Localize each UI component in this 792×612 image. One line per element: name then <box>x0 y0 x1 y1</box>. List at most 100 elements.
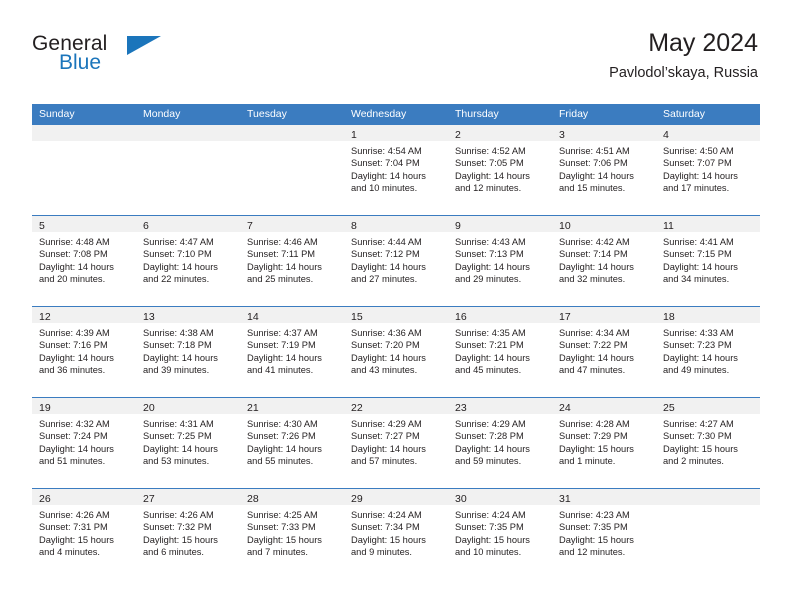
day-cell[interactable]: 26 Sunrise: 4:26 AM Sunset: 7:31 PM Dayl… <box>32 489 136 579</box>
day-info: Sunrise: 4:39 AM Sunset: 7:16 PM Dayligh… <box>32 323 136 377</box>
daylight-text-line2: and 2 minutes. <box>663 456 724 467</box>
triangle-icon <box>127 36 161 55</box>
weekday-header-saturday: Saturday <box>663 108 706 120</box>
daylight-text-line1: Daylight: 14 hours <box>247 352 322 363</box>
day-cell[interactable]: 23 Sunrise: 4:29 AM Sunset: 7:28 PM Dayl… <box>448 398 552 488</box>
sunrise-text: Sunrise: 4:38 AM <box>143 328 214 338</box>
day-info: Sunrise: 4:54 AM Sunset: 7:04 PM Dayligh… <box>344 141 448 195</box>
day-cell[interactable] <box>656 489 760 579</box>
sunrise-text: Sunrise: 4:28 AM <box>559 419 630 429</box>
day-cell[interactable]: 17 Sunrise: 4:34 AM Sunset: 7:22 PM Dayl… <box>552 307 656 397</box>
day-number-band: 8 <box>344 216 448 232</box>
day-cell[interactable]: 18 Sunrise: 4:33 AM Sunset: 7:23 PM Dayl… <box>656 307 760 397</box>
day-number-band: 24 <box>552 398 656 414</box>
day-number-band: 22 <box>344 398 448 414</box>
day-cell[interactable]: 20 Sunrise: 4:31 AM Sunset: 7:25 PM Dayl… <box>136 398 240 488</box>
daylight-text-line2: and 34 minutes. <box>663 274 730 285</box>
sunset-text: Sunset: 7:27 PM <box>351 431 420 442</box>
day-cell[interactable] <box>32 125 136 215</box>
day-cell[interactable]: 1 Sunrise: 4:54 AM Sunset: 7:04 PM Dayli… <box>344 125 448 215</box>
day-cell[interactable]: 11 Sunrise: 4:41 AM Sunset: 7:15 PM Dayl… <box>656 216 760 306</box>
day-cell[interactable]: 8 Sunrise: 4:44 AM Sunset: 7:12 PM Dayli… <box>344 216 448 306</box>
day-info: Sunrise: 4:43 AM Sunset: 7:13 PM Dayligh… <box>448 232 552 286</box>
day-number-band: 28 <box>240 489 344 505</box>
day-cell[interactable]: 19 Sunrise: 4:32 AM Sunset: 7:24 PM Dayl… <box>32 398 136 488</box>
sunset-text: Sunset: 7:18 PM <box>143 340 212 351</box>
day-number: 1 <box>351 129 357 141</box>
day-info: Sunrise: 4:44 AM Sunset: 7:12 PM Dayligh… <box>344 232 448 286</box>
day-cell[interactable] <box>240 125 344 215</box>
daylight-text-line2: and 53 minutes. <box>143 456 210 467</box>
daylight-text-line1: Daylight: 14 hours <box>247 443 322 454</box>
daylight-text-line1: Daylight: 14 hours <box>143 352 218 363</box>
daylight-text-line1: Daylight: 14 hours <box>455 170 530 181</box>
sunset-text: Sunset: 7:08 PM <box>39 249 108 260</box>
day-number: 31 <box>559 493 571 505</box>
day-cell[interactable]: 7 Sunrise: 4:46 AM Sunset: 7:11 PM Dayli… <box>240 216 344 306</box>
day-number: 27 <box>143 493 155 505</box>
week-row: 19 Sunrise: 4:32 AM Sunset: 7:24 PM Dayl… <box>32 397 760 488</box>
sunset-text: Sunset: 7:15 PM <box>663 249 732 260</box>
day-cell[interactable]: 25 Sunrise: 4:27 AM Sunset: 7:30 PM Dayl… <box>656 398 760 488</box>
sunset-text: Sunset: 7:11 PM <box>247 249 316 260</box>
sunset-text: Sunset: 7:14 PM <box>559 249 628 260</box>
daylight-text-line1: Daylight: 15 hours <box>559 534 634 545</box>
daylight-text-line1: Daylight: 15 hours <box>663 443 738 454</box>
day-cell[interactable]: 21 Sunrise: 4:30 AM Sunset: 7:26 PM Dayl… <box>240 398 344 488</box>
day-number: 30 <box>455 493 467 505</box>
day-cell[interactable]: 4 Sunrise: 4:50 AM Sunset: 7:07 PM Dayli… <box>656 125 760 215</box>
day-info: Sunrise: 4:36 AM Sunset: 7:20 PM Dayligh… <box>344 323 448 377</box>
day-number-band: 9 <box>448 216 552 232</box>
sunset-text: Sunset: 7:10 PM <box>143 249 212 260</box>
day-cell[interactable]: 9 Sunrise: 4:43 AM Sunset: 7:13 PM Dayli… <box>448 216 552 306</box>
day-number-band <box>240 125 344 141</box>
day-number-band <box>32 125 136 141</box>
day-cell[interactable]: 29 Sunrise: 4:24 AM Sunset: 7:34 PM Dayl… <box>344 489 448 579</box>
day-cell[interactable]: 27 Sunrise: 4:26 AM Sunset: 7:32 PM Dayl… <box>136 489 240 579</box>
calendar-page: General Blue May 2024 Pavlodol’skaya, Ru… <box>0 0 792 612</box>
day-number: 5 <box>39 220 45 232</box>
day-cell[interactable]: 3 Sunrise: 4:51 AM Sunset: 7:06 PM Dayli… <box>552 125 656 215</box>
day-cell[interactable] <box>136 125 240 215</box>
day-number-band: 5 <box>32 216 136 232</box>
day-info: Sunrise: 4:30 AM Sunset: 7:26 PM Dayligh… <box>240 414 344 468</box>
sunrise-text: Sunrise: 4:33 AM <box>663 328 734 338</box>
daylight-text-line2: and 10 minutes. <box>455 547 522 558</box>
day-number-band: 23 <box>448 398 552 414</box>
daylight-text-line1: Daylight: 14 hours <box>351 170 426 181</box>
day-cell[interactable]: 22 Sunrise: 4:29 AM Sunset: 7:27 PM Dayl… <box>344 398 448 488</box>
day-cell[interactable]: 10 Sunrise: 4:42 AM Sunset: 7:14 PM Dayl… <box>552 216 656 306</box>
day-cell[interactable]: 30 Sunrise: 4:24 AM Sunset: 7:35 PM Dayl… <box>448 489 552 579</box>
day-cell[interactable]: 24 Sunrise: 4:28 AM Sunset: 7:29 PM Dayl… <box>552 398 656 488</box>
day-number-band: 12 <box>32 307 136 323</box>
day-info <box>136 141 240 145</box>
day-cell[interactable]: 16 Sunrise: 4:35 AM Sunset: 7:21 PM Dayl… <box>448 307 552 397</box>
brand-logo[interactable]: General Blue <box>32 32 232 88</box>
day-number-band: 26 <box>32 489 136 505</box>
day-number-band: 13 <box>136 307 240 323</box>
sunrise-text: Sunrise: 4:34 AM <box>559 328 630 338</box>
day-info: Sunrise: 4:42 AM Sunset: 7:14 PM Dayligh… <box>552 232 656 286</box>
day-number: 6 <box>143 220 149 232</box>
weekday-header-friday: Friday <box>559 108 589 120</box>
sunrise-text: Sunrise: 4:35 AM <box>455 328 526 338</box>
day-info: Sunrise: 4:32 AM Sunset: 7:24 PM Dayligh… <box>32 414 136 468</box>
day-cell[interactable]: 6 Sunrise: 4:47 AM Sunset: 7:10 PM Dayli… <box>136 216 240 306</box>
day-cell[interactable]: 15 Sunrise: 4:36 AM Sunset: 7:20 PM Dayl… <box>344 307 448 397</box>
day-cell[interactable]: 14 Sunrise: 4:37 AM Sunset: 7:19 PM Dayl… <box>240 307 344 397</box>
daylight-text-line1: Daylight: 15 hours <box>559 443 634 454</box>
day-cell[interactable]: 5 Sunrise: 4:48 AM Sunset: 7:08 PM Dayli… <box>32 216 136 306</box>
sunrise-text: Sunrise: 4:31 AM <box>143 419 214 429</box>
day-cell[interactable]: 28 Sunrise: 4:25 AM Sunset: 7:33 PM Dayl… <box>240 489 344 579</box>
day-number: 4 <box>663 129 669 141</box>
day-cell[interactable]: 2 Sunrise: 4:52 AM Sunset: 7:05 PM Dayli… <box>448 125 552 215</box>
day-number: 11 <box>663 220 674 232</box>
day-cell[interactable]: 31 Sunrise: 4:23 AM Sunset: 7:35 PM Dayl… <box>552 489 656 579</box>
daylight-text-line2: and 27 minutes. <box>351 274 418 285</box>
week-row: 26 Sunrise: 4:26 AM Sunset: 7:31 PM Dayl… <box>32 488 760 579</box>
day-info: Sunrise: 4:24 AM Sunset: 7:34 PM Dayligh… <box>344 505 448 559</box>
sunrise-text: Sunrise: 4:48 AM <box>39 237 110 247</box>
day-cell[interactable]: 12 Sunrise: 4:39 AM Sunset: 7:16 PM Dayl… <box>32 307 136 397</box>
day-cell[interactable]: 13 Sunrise: 4:38 AM Sunset: 7:18 PM Dayl… <box>136 307 240 397</box>
daylight-text-line2: and 10 minutes. <box>351 183 418 194</box>
